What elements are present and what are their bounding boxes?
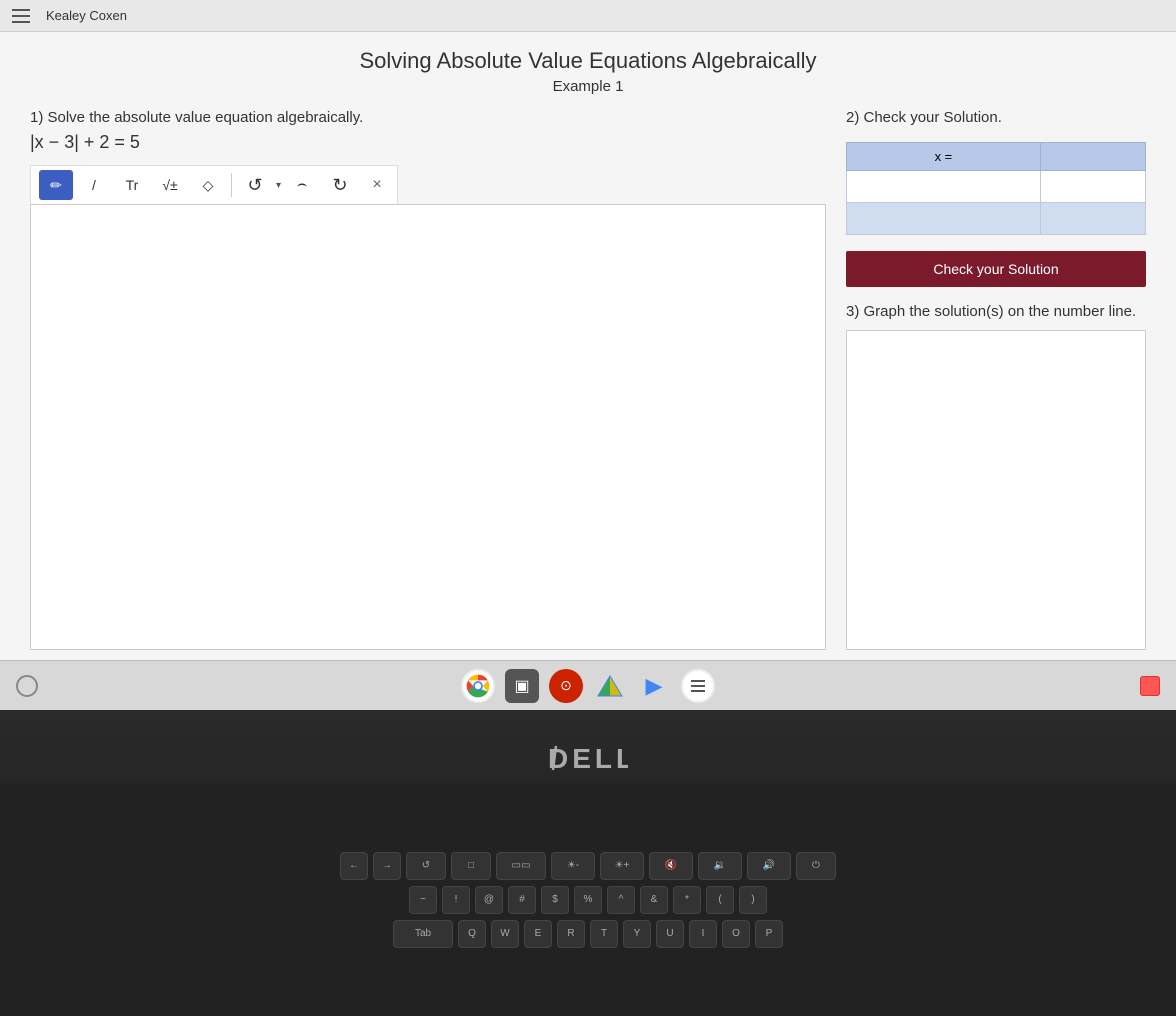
key-refresh[interactable]: ↺	[406, 852, 446, 880]
close-button[interactable]: ×	[365, 173, 389, 197]
svg-text:DELL: DELL	[548, 743, 628, 774]
main-content: Solving Absolute Value Equations Algebra…	[0, 32, 1176, 660]
keyboard-row-2: ~ ! @ # $ % ^ & * ( )	[409, 886, 767, 914]
key-brightness-down[interactable]: ☀-	[551, 852, 595, 880]
key-4[interactable]: $	[541, 886, 569, 914]
keyboard: ← → ↺ □ ▭▭ ☀- ☀+ 🔇 🔉 🔊 ⏻ ~ ! @ # $ % ^ &…	[0, 783, 1176, 1016]
taskbar-right-square	[1140, 676, 1160, 696]
laptop-body: DELL ← → ↺ □ ▭▭ ☀- ☀+ 🔇 🔉 🔊 ⏻ ~ ! @ # $ …	[0, 710, 1176, 1016]
key-3[interactable]: #	[508, 886, 536, 914]
dell-logo: DELL	[548, 740, 628, 783]
key-y[interactable]: Y	[623, 920, 651, 948]
eraser-tool-button[interactable]: ◇	[191, 170, 225, 200]
chrome-icon[interactable]	[461, 669, 495, 703]
taskbar-circle[interactable]	[16, 675, 38, 697]
key-w[interactable]: W	[491, 920, 519, 948]
vpn-icon[interactable]: ⊙	[549, 669, 583, 703]
key-9[interactable]: (	[706, 886, 734, 914]
key-right-arrow[interactable]: →	[373, 852, 401, 880]
key-5[interactable]: %	[574, 886, 602, 914]
redo-button[interactable]: ↻	[323, 170, 357, 200]
key-tab[interactable]: Tab	[393, 920, 453, 948]
example-label: Example 1	[30, 78, 1146, 95]
pen-tool-button[interactable]: ✏	[39, 170, 73, 200]
key-i[interactable]: I	[689, 920, 717, 948]
user-name: Kealey Coxen	[46, 8, 127, 23]
key-t[interactable]: T	[590, 920, 618, 948]
screen-taskbar: ▣ ⊙ ▶	[0, 660, 1176, 710]
keyboard-row-1: ← → ↺ □ ▭▭ ☀- ☀+ 🔇 🔉 🔊 ⏻	[340, 852, 836, 880]
check-solution-title: 2) Check your Solution.	[846, 109, 1146, 126]
table-header-x: x =	[847, 143, 1041, 171]
graph-section-title: 3) Graph the solution(s) on the number l…	[846, 303, 1146, 320]
key-left-arrow[interactable]: ←	[340, 852, 368, 880]
table-cell-4[interactable]	[1040, 203, 1145, 235]
key-p[interactable]: P	[755, 920, 783, 948]
toolbar-divider	[231, 173, 232, 197]
key-o[interactable]: O	[722, 920, 750, 948]
key-vol-down[interactable]: 🔉	[698, 852, 742, 880]
drive-icon[interactable]	[593, 669, 627, 703]
screen-cast-icon[interactable]: ▣	[505, 669, 539, 703]
page-title: Solving Absolute Value Equations Algebra…	[30, 48, 1146, 74]
key-8[interactable]: *	[673, 886, 701, 914]
notification-square[interactable]	[1140, 676, 1160, 696]
key-e[interactable]: E	[524, 920, 552, 948]
two-column-layout: 1) Solve the absolute value equation alg…	[30, 109, 1146, 650]
table-cell-1[interactable]	[847, 171, 1041, 203]
text-tool-button[interactable]: Tr	[115, 170, 149, 200]
key-tilde[interactable]: ~	[409, 886, 437, 914]
math-tool-button[interactable]: √±	[153, 170, 187, 200]
menu-icon[interactable]	[12, 9, 30, 23]
table-cell-3[interactable]	[847, 203, 1041, 235]
curve-button[interactable]: ⌢	[285, 170, 319, 200]
key-u[interactable]: U	[656, 920, 684, 948]
key-vol-mute[interactable]: 🔇	[649, 852, 693, 880]
line-tool-button[interactable]: /	[77, 170, 111, 200]
key-6[interactable]: ^	[607, 886, 635, 914]
equation: |x − 3| + 2 = 5	[30, 132, 826, 153]
key-q[interactable]: Q	[458, 920, 486, 948]
keyboard-row-3: Tab Q W E R T Y U I O P	[393, 920, 783, 948]
key-vol-up[interactable]: 🔊	[747, 852, 791, 880]
key-multi-screen[interactable]: ▭▭	[496, 852, 546, 880]
table-header-empty	[1040, 143, 1145, 171]
left-column: 1) Solve the absolute value equation alg…	[30, 109, 826, 650]
key-brightness-up[interactable]: ☀+	[600, 852, 644, 880]
key-7[interactable]: &	[640, 886, 668, 914]
drawing-canvas[interactable]	[30, 204, 826, 650]
key-lock[interactable]: ⏻	[796, 852, 836, 880]
key-1[interactable]: !	[442, 886, 470, 914]
check-solution-button[interactable]: Check your Solution	[846, 251, 1146, 287]
menu-lines-icon[interactable]	[681, 669, 715, 703]
problem-text: 1) Solve the absolute value equation alg…	[30, 109, 826, 126]
drawing-toolbar: ✏ / Tr √± ◇ ↺ ▾ ⌢ ↻ ×	[30, 165, 398, 204]
dropdown-arrow[interactable]: ▾	[276, 180, 281, 191]
key-r[interactable]: R	[557, 920, 585, 948]
solution-table: x =	[846, 142, 1146, 235]
key-2[interactable]: @	[475, 886, 503, 914]
top-bar: Kealey Coxen	[0, 0, 1176, 32]
graph-canvas[interactable]	[846, 330, 1146, 650]
undo-button[interactable]: ↺	[238, 170, 272, 200]
key-square[interactable]: □	[451, 852, 491, 880]
key-0[interactable]: )	[739, 886, 767, 914]
play-store-icon[interactable]: ▶	[637, 669, 671, 703]
right-column: 2) Check your Solution. x =	[846, 109, 1146, 650]
table-cell-2[interactable]	[1040, 171, 1145, 203]
